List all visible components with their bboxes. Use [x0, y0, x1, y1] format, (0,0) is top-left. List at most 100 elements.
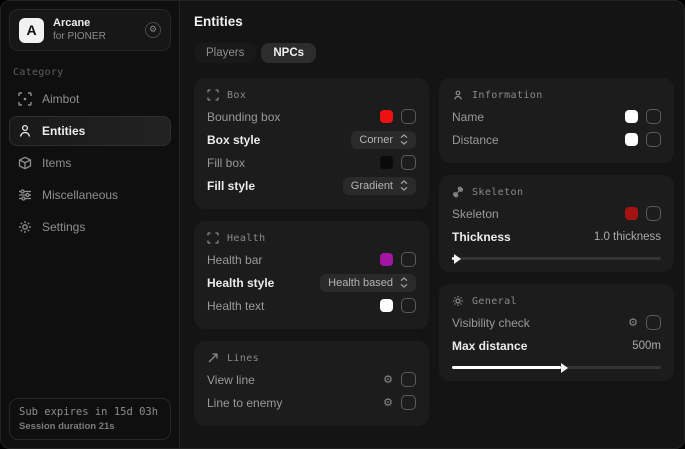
- brand-name: Arcane: [53, 17, 136, 31]
- checkbox[interactable]: [401, 395, 416, 410]
- setting-label: Health bar: [207, 253, 262, 267]
- card-health: Health Health bar Health style Health ba…: [194, 221, 429, 329]
- gear-icon: [18, 220, 32, 234]
- dropdown-value: Gradient: [351, 180, 393, 192]
- color-swatch[interactable]: [625, 133, 638, 146]
- brand-logo: A: [19, 18, 44, 43]
- color-swatch[interactable]: [625, 207, 638, 220]
- setting-label: Bounding box: [207, 110, 280, 124]
- setting-label: Health style: [207, 276, 274, 290]
- crosshair-icon: [18, 92, 32, 106]
- setting-row: Skeleton: [452, 202, 661, 225]
- corner-brackets-icon: [207, 89, 219, 101]
- checkbox[interactable]: [646, 132, 661, 147]
- color-swatch[interactable]: [380, 110, 393, 123]
- setting-row: Fill style Gradient: [207, 174, 416, 197]
- sidebar-item-miscellaneous[interactable]: Miscellaneous: [9, 180, 171, 210]
- card-skeleton: Skeleton Skeleton Thickness 1.0 thicknes…: [439, 175, 674, 272]
- card-lines: Lines View line ⚙ Line to enemy ⚙: [194, 341, 429, 426]
- entities-icon: [18, 124, 32, 138]
- card-box: Box Bounding box Box style Corner: [194, 78, 429, 209]
- card-title: Box: [227, 90, 246, 101]
- sidebar-item-label: Items: [42, 156, 71, 170]
- setting-label: Health text: [207, 299, 264, 313]
- checkbox[interactable]: [646, 206, 661, 221]
- line-settings-icon[interactable]: ⚙: [383, 397, 393, 408]
- checkbox[interactable]: [646, 109, 661, 124]
- unfold-icon: [400, 180, 408, 191]
- app-window: A Arcane for PIONER ⚙ Category Aimbot En…: [0, 0, 685, 449]
- sidebar-nav: Aimbot Entities Items Miscellaneous: [9, 84, 171, 242]
- brand-settings-icon[interactable]: ⚙: [145, 22, 161, 38]
- tab-npcs[interactable]: NPCs: [261, 43, 316, 63]
- slider-fill: [452, 366, 561, 369]
- checkbox[interactable]: [401, 298, 416, 313]
- color-swatch[interactable]: [380, 156, 393, 169]
- sidebar-item-items[interactable]: Items: [9, 148, 171, 178]
- max-distance-slider[interactable]: [452, 366, 661, 369]
- checkbox[interactable]: [401, 372, 416, 387]
- sidebar-item-label: Aimbot: [42, 92, 79, 106]
- sub-expires-text: Sub expires in 15d 03h: [19, 406, 161, 418]
- dropdown-value: Corner: [359, 134, 393, 146]
- fill-style-dropdown[interactable]: Gradient: [343, 177, 416, 195]
- setting-label: Line to enemy: [207, 396, 282, 410]
- color-swatch[interactable]: [380, 253, 393, 266]
- setting-label: Distance: [452, 133, 499, 147]
- sidebar-item-label: Settings: [42, 220, 85, 234]
- health-style-dropdown[interactable]: Health based: [320, 274, 416, 292]
- setting-row: Visibility check ⚙: [452, 311, 661, 334]
- setting-label: Name: [452, 110, 484, 124]
- setting-label: View line: [207, 373, 255, 387]
- sidebar-item-label: Miscellaneous: [42, 188, 118, 202]
- setting-label: Visibility check: [452, 316, 530, 330]
- setting-row: Bounding box: [207, 105, 416, 128]
- unfold-icon: [400, 277, 408, 288]
- setting-row: View line ⚙: [207, 368, 416, 391]
- slider-row: Max distance 500m: [452, 334, 661, 357]
- setting-row: Fill box: [207, 151, 416, 174]
- box-style-dropdown[interactable]: Corner: [351, 131, 416, 149]
- setting-row: Health style Health based: [207, 271, 416, 294]
- thickness-slider[interactable]: [452, 257, 661, 260]
- visibility-settings-icon[interactable]: ⚙: [628, 317, 638, 328]
- card-title: General: [472, 296, 517, 307]
- card-title: Skeleton: [472, 187, 523, 198]
- checkbox[interactable]: [401, 109, 416, 124]
- setting-label: Skeleton: [452, 207, 499, 221]
- sun-icon: [452, 295, 464, 307]
- checkbox[interactable]: [646, 315, 661, 330]
- color-swatch[interactable]: [380, 299, 393, 312]
- setting-label: Fill style: [207, 179, 255, 193]
- category-label: Category: [13, 67, 171, 78]
- unfold-icon: [400, 134, 408, 145]
- setting-row: Health bar: [207, 248, 416, 271]
- color-swatch[interactable]: [625, 110, 638, 123]
- setting-label: Box style: [207, 133, 260, 147]
- card-title: Lines: [227, 353, 259, 364]
- setting-row: Name: [452, 105, 661, 128]
- sidebar-item-aimbot[interactable]: Aimbot: [9, 84, 171, 114]
- brand-card: A Arcane for PIONER ⚙: [9, 9, 171, 51]
- setting-label: Fill box: [207, 156, 245, 170]
- setting-label: Max distance: [452, 339, 527, 353]
- tab-players[interactable]: Players: [194, 43, 256, 63]
- subscription-status: Sub expires in 15d 03h Session duration …: [9, 398, 171, 440]
- line-settings-icon[interactable]: ⚙: [383, 374, 393, 385]
- slider-value: 500m: [632, 340, 661, 352]
- person-scan-icon: [452, 89, 464, 101]
- main-panel: Entities Players NPCs Box Bounding box: [180, 1, 684, 448]
- checkbox[interactable]: [401, 155, 416, 170]
- checkbox[interactable]: [401, 252, 416, 267]
- page-title: Entities: [194, 14, 674, 29]
- sidebar-item-label: Entities: [42, 124, 85, 138]
- setting-row: Box style Corner: [207, 128, 416, 151]
- sidebar-item-settings[interactable]: Settings: [9, 212, 171, 242]
- card-title: Health: [227, 233, 266, 244]
- slider-row: Thickness 1.0 thickness: [452, 225, 661, 248]
- setting-row: Line to enemy ⚙: [207, 391, 416, 414]
- entity-tabs: Players NPCs: [194, 43, 674, 63]
- brand-text: Arcane for PIONER: [53, 17, 136, 43]
- bone-icon: [452, 186, 464, 198]
- sidebar-item-entities[interactable]: Entities: [9, 116, 171, 146]
